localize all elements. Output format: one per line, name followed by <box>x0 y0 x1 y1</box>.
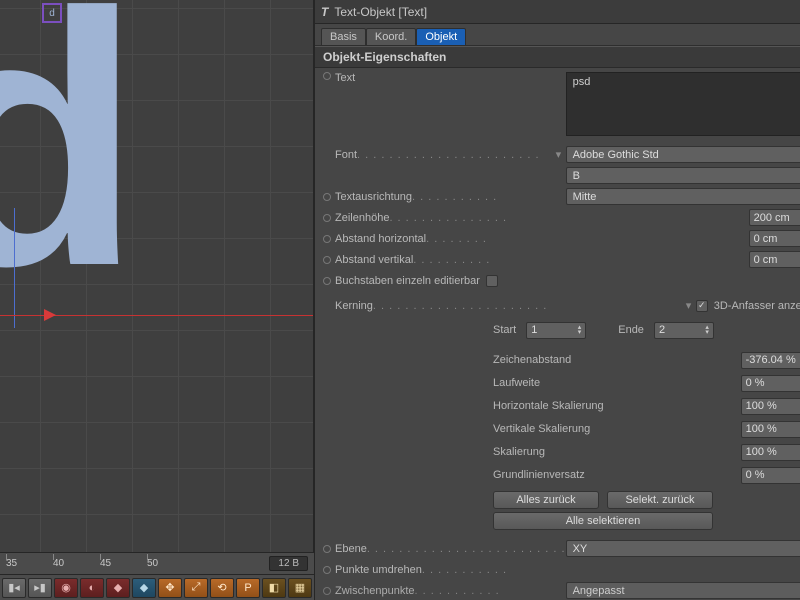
tab-objekt[interactable]: Objekt <box>416 28 466 45</box>
anim-dot-icon[interactable] <box>323 72 331 80</box>
attribute-header: T Text-Objekt [Text] <box>315 0 800 24</box>
key-position-icon[interactable]: ✥ <box>158 578 182 598</box>
ruler-tick: 50 <box>147 558 194 569</box>
edit-single-checkbox[interactable] <box>486 275 498 287</box>
intermediate-select[interactable]: Angepasst▾ <box>566 582 800 599</box>
label-intermediate: Zwischenpunkte <box>335 585 415 597</box>
ruler-tick: 35 <box>6 558 53 569</box>
anim-dot-icon[interactable] <box>323 214 331 222</box>
label-scale: Skalierung <box>493 446 625 458</box>
text-align-select[interactable]: Mitte▾ <box>566 188 800 205</box>
reset-selected-button[interactable]: Selekt. zurück <box>607 491 713 509</box>
key-selection-button[interactable]: ◆ <box>132 578 156 598</box>
axis-x-arrow-icon[interactable] <box>44 309 56 321</box>
key-options-icon[interactable]: ▦ <box>288 578 312 598</box>
tab-basis[interactable]: Basis <box>321 28 366 45</box>
label-tracking: Laufweite <box>493 377 625 389</box>
label-plane: Ebene <box>335 543 367 555</box>
autokey-button[interactable]: ◐ <box>80 578 104 598</box>
tab-koord[interactable]: Koord. <box>366 28 416 45</box>
object-title: Text-Objekt [Text] <box>334 5 427 19</box>
keyframe-button[interactable]: ◆ <box>106 578 130 598</box>
anim-dot-icon[interactable] <box>323 545 331 553</box>
label-lineheight: Zeilenhöhe <box>335 212 389 224</box>
anim-dot-icon[interactable] <box>323 235 331 243</box>
tracking-field[interactable]: 0 %▴▾ <box>741 375 800 392</box>
key-pla-icon[interactable]: ◧ <box>262 578 286 598</box>
hscale-field[interactable]: 100 %▴▾ <box>741 398 800 415</box>
hspace-field[interactable]: 0 cm▴▾ <box>749 230 800 247</box>
anim-dot-icon[interactable] <box>323 193 331 201</box>
label-hscale: Horizontale Skalierung <box>493 400 625 412</box>
font-family-select[interactable]: Adobe Gothic Std▾ <box>566 146 800 163</box>
goto-start-button[interactable]: ▮◂ <box>2 578 26 598</box>
text-content-input[interactable] <box>566 72 800 136</box>
label-font: Font <box>335 149 357 161</box>
font-weight-select[interactable]: B▾ <box>566 167 800 184</box>
anim-dot-icon[interactable] <box>323 277 331 285</box>
label-vspace: Abstand vertikal <box>335 254 413 266</box>
label-align: Textausrichtung <box>335 191 412 203</box>
label-text: Text <box>335 72 355 84</box>
select-all-button[interactable]: Alle selektieren <box>493 512 713 530</box>
label-hspace: Abstand horizontal <box>335 233 426 245</box>
key-params-icon[interactable]: P <box>236 578 260 598</box>
anim-dot-icon[interactable] <box>323 256 331 264</box>
show-3d-handles-checkbox[interactable]: ✓ <box>696 300 708 312</box>
baseline-field[interactable]: 0 %▴▾ <box>741 467 800 484</box>
label-baseline: Grundlinienversatz <box>493 469 625 481</box>
timeline-toolbar: ▮◂ ▸▮ ◉ ◐ ◆ ◆ ✥ ⤢ ⟲ P ◧ ▦ <box>0 574 314 600</box>
label-reverse-points: Punkte umdrehen <box>335 564 422 576</box>
label-kerning-end: Ende <box>618 324 644 336</box>
viewport-3d[interactable]: d d <box>0 0 314 552</box>
attribute-manager: T Text-Objekt [Text] Basis Koord. Objekt… <box>314 0 800 600</box>
axis-y-icon <box>14 208 15 328</box>
label-kerning-start: Start <box>493 324 516 336</box>
frame-count-field[interactable]: 12 B <box>269 556 308 571</box>
vspace-field[interactable]: 0 cm▴▾ <box>749 251 800 268</box>
text-mesh-preview[interactable]: d <box>0 0 138 320</box>
label-show-3d-handles: 3D-Anfasser anzeigen <box>714 300 800 312</box>
scale-field[interactable]: 100 %▴▾ <box>741 444 800 461</box>
goto-end-button[interactable]: ▸▮ <box>28 578 52 598</box>
lineheight-field[interactable]: 200 cm▴▾ <box>749 209 800 226</box>
record-button[interactable]: ◉ <box>54 578 78 598</box>
label-kerning: Kerning <box>335 300 373 312</box>
key-rotation-icon[interactable]: ⟲ <box>210 578 234 598</box>
label-edit-single: Buchstaben einzeln editierbar <box>335 275 480 287</box>
font-disclosure-icon[interactable]: ▾ <box>556 148 566 161</box>
ruler-tick: 40 <box>53 558 100 569</box>
anim-dot-icon[interactable] <box>323 566 331 574</box>
kerning-end-field[interactable]: 2▴▾ <box>654 322 714 339</box>
kerning-disclosure-icon[interactable]: ▾ <box>686 299 696 312</box>
section-header: Objekt-Eigenschaften <box>315 46 800 68</box>
attribute-tabs: Basis Koord. Objekt <box>315 24 800 46</box>
viewport-panel: d d 35 40 45 50 12 B ▮◂ ▸▮ ◉ ◐ ◆ ◆ ✥ ⤢ ⟲… <box>0 0 314 600</box>
key-scale-icon[interactable]: ⤢ <box>184 578 208 598</box>
plane-select[interactable]: XY▾ <box>566 540 800 557</box>
label-vscale: Vertikale Skalierung <box>493 423 625 435</box>
charspace-field[interactable]: -376.04 %▴▾ <box>741 352 800 369</box>
text-object-icon: T <box>321 5 328 19</box>
anim-dot-icon[interactable] <box>323 587 331 595</box>
timeline-ruler[interactable]: 35 40 45 50 12 B <box>0 552 314 574</box>
reset-all-button[interactable]: Alles zurück <box>493 491 599 509</box>
vscale-field[interactable]: 100 %▴▾ <box>741 421 800 438</box>
selection-handle[interactable]: d <box>42 3 62 23</box>
kerning-start-field[interactable]: 1▴▾ <box>526 322 586 339</box>
ruler-tick: 45 <box>100 558 147 569</box>
label-charspace: Zeichenabstand <box>493 354 625 366</box>
